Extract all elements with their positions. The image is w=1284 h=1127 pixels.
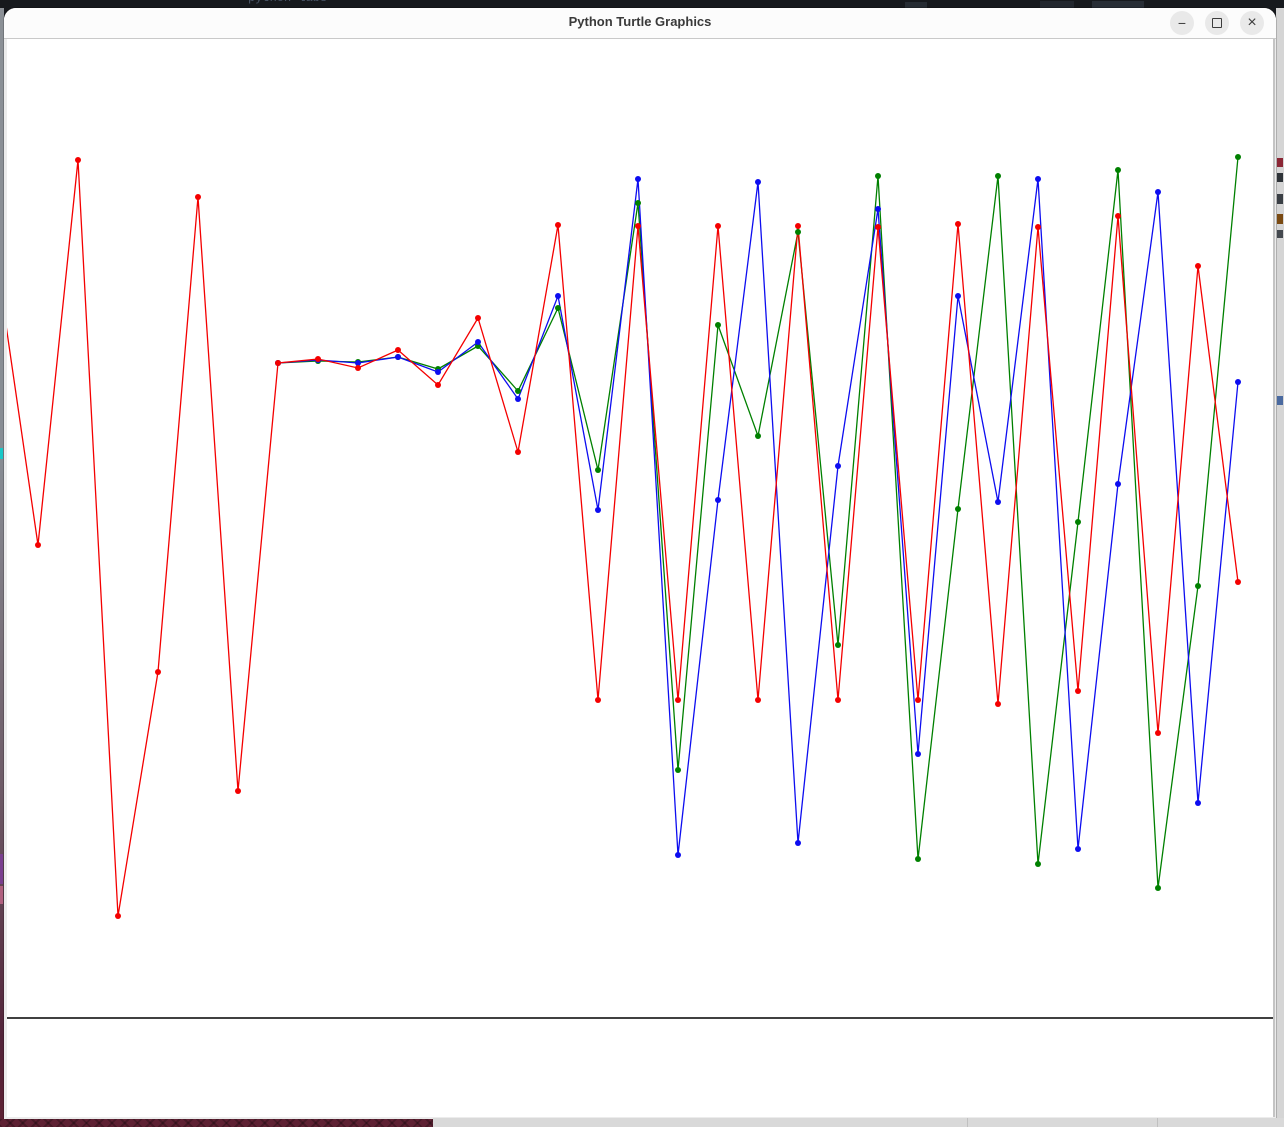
turtle-canvas-svg xyxy=(7,39,1273,1117)
background-window-text: python labs xyxy=(248,0,327,5)
background-bottom-strip xyxy=(433,1118,1284,1127)
background-fragment xyxy=(1277,173,1283,182)
background-fragment xyxy=(1277,230,1283,238)
canvas-frame xyxy=(4,39,1276,1121)
background-fragment xyxy=(1277,158,1283,167)
background-fragment xyxy=(0,854,3,884)
divider xyxy=(967,1118,968,1127)
background-fragment xyxy=(0,886,3,904)
maximize-button[interactable] xyxy=(1205,11,1229,35)
window-controls: − × xyxy=(1170,11,1264,35)
background-right-sliver xyxy=(1276,8,1284,1127)
maximize-icon xyxy=(1212,18,1222,28)
background-fragment xyxy=(0,448,3,459)
background-fragment xyxy=(1277,396,1283,405)
desktop-wallpaper xyxy=(0,1119,433,1127)
divider xyxy=(1157,1118,1158,1127)
close-button[interactable]: × xyxy=(1240,11,1264,35)
background-fragment xyxy=(1092,1,1144,8)
turtle-window: Python Turtle Graphics − × xyxy=(4,8,1276,1121)
minimize-button[interactable]: − xyxy=(1170,11,1194,35)
background-fragment xyxy=(1277,214,1283,224)
background-fragment xyxy=(1040,1,1074,8)
title-bar[interactable]: Python Turtle Graphics − × xyxy=(4,8,1276,39)
minimize-icon: − xyxy=(1178,16,1186,30)
turtle-canvas[interactable] xyxy=(7,39,1275,1117)
window-title: Python Turtle Graphics xyxy=(4,14,1276,29)
close-icon: × xyxy=(1247,15,1256,31)
background-fragment xyxy=(1277,194,1283,204)
